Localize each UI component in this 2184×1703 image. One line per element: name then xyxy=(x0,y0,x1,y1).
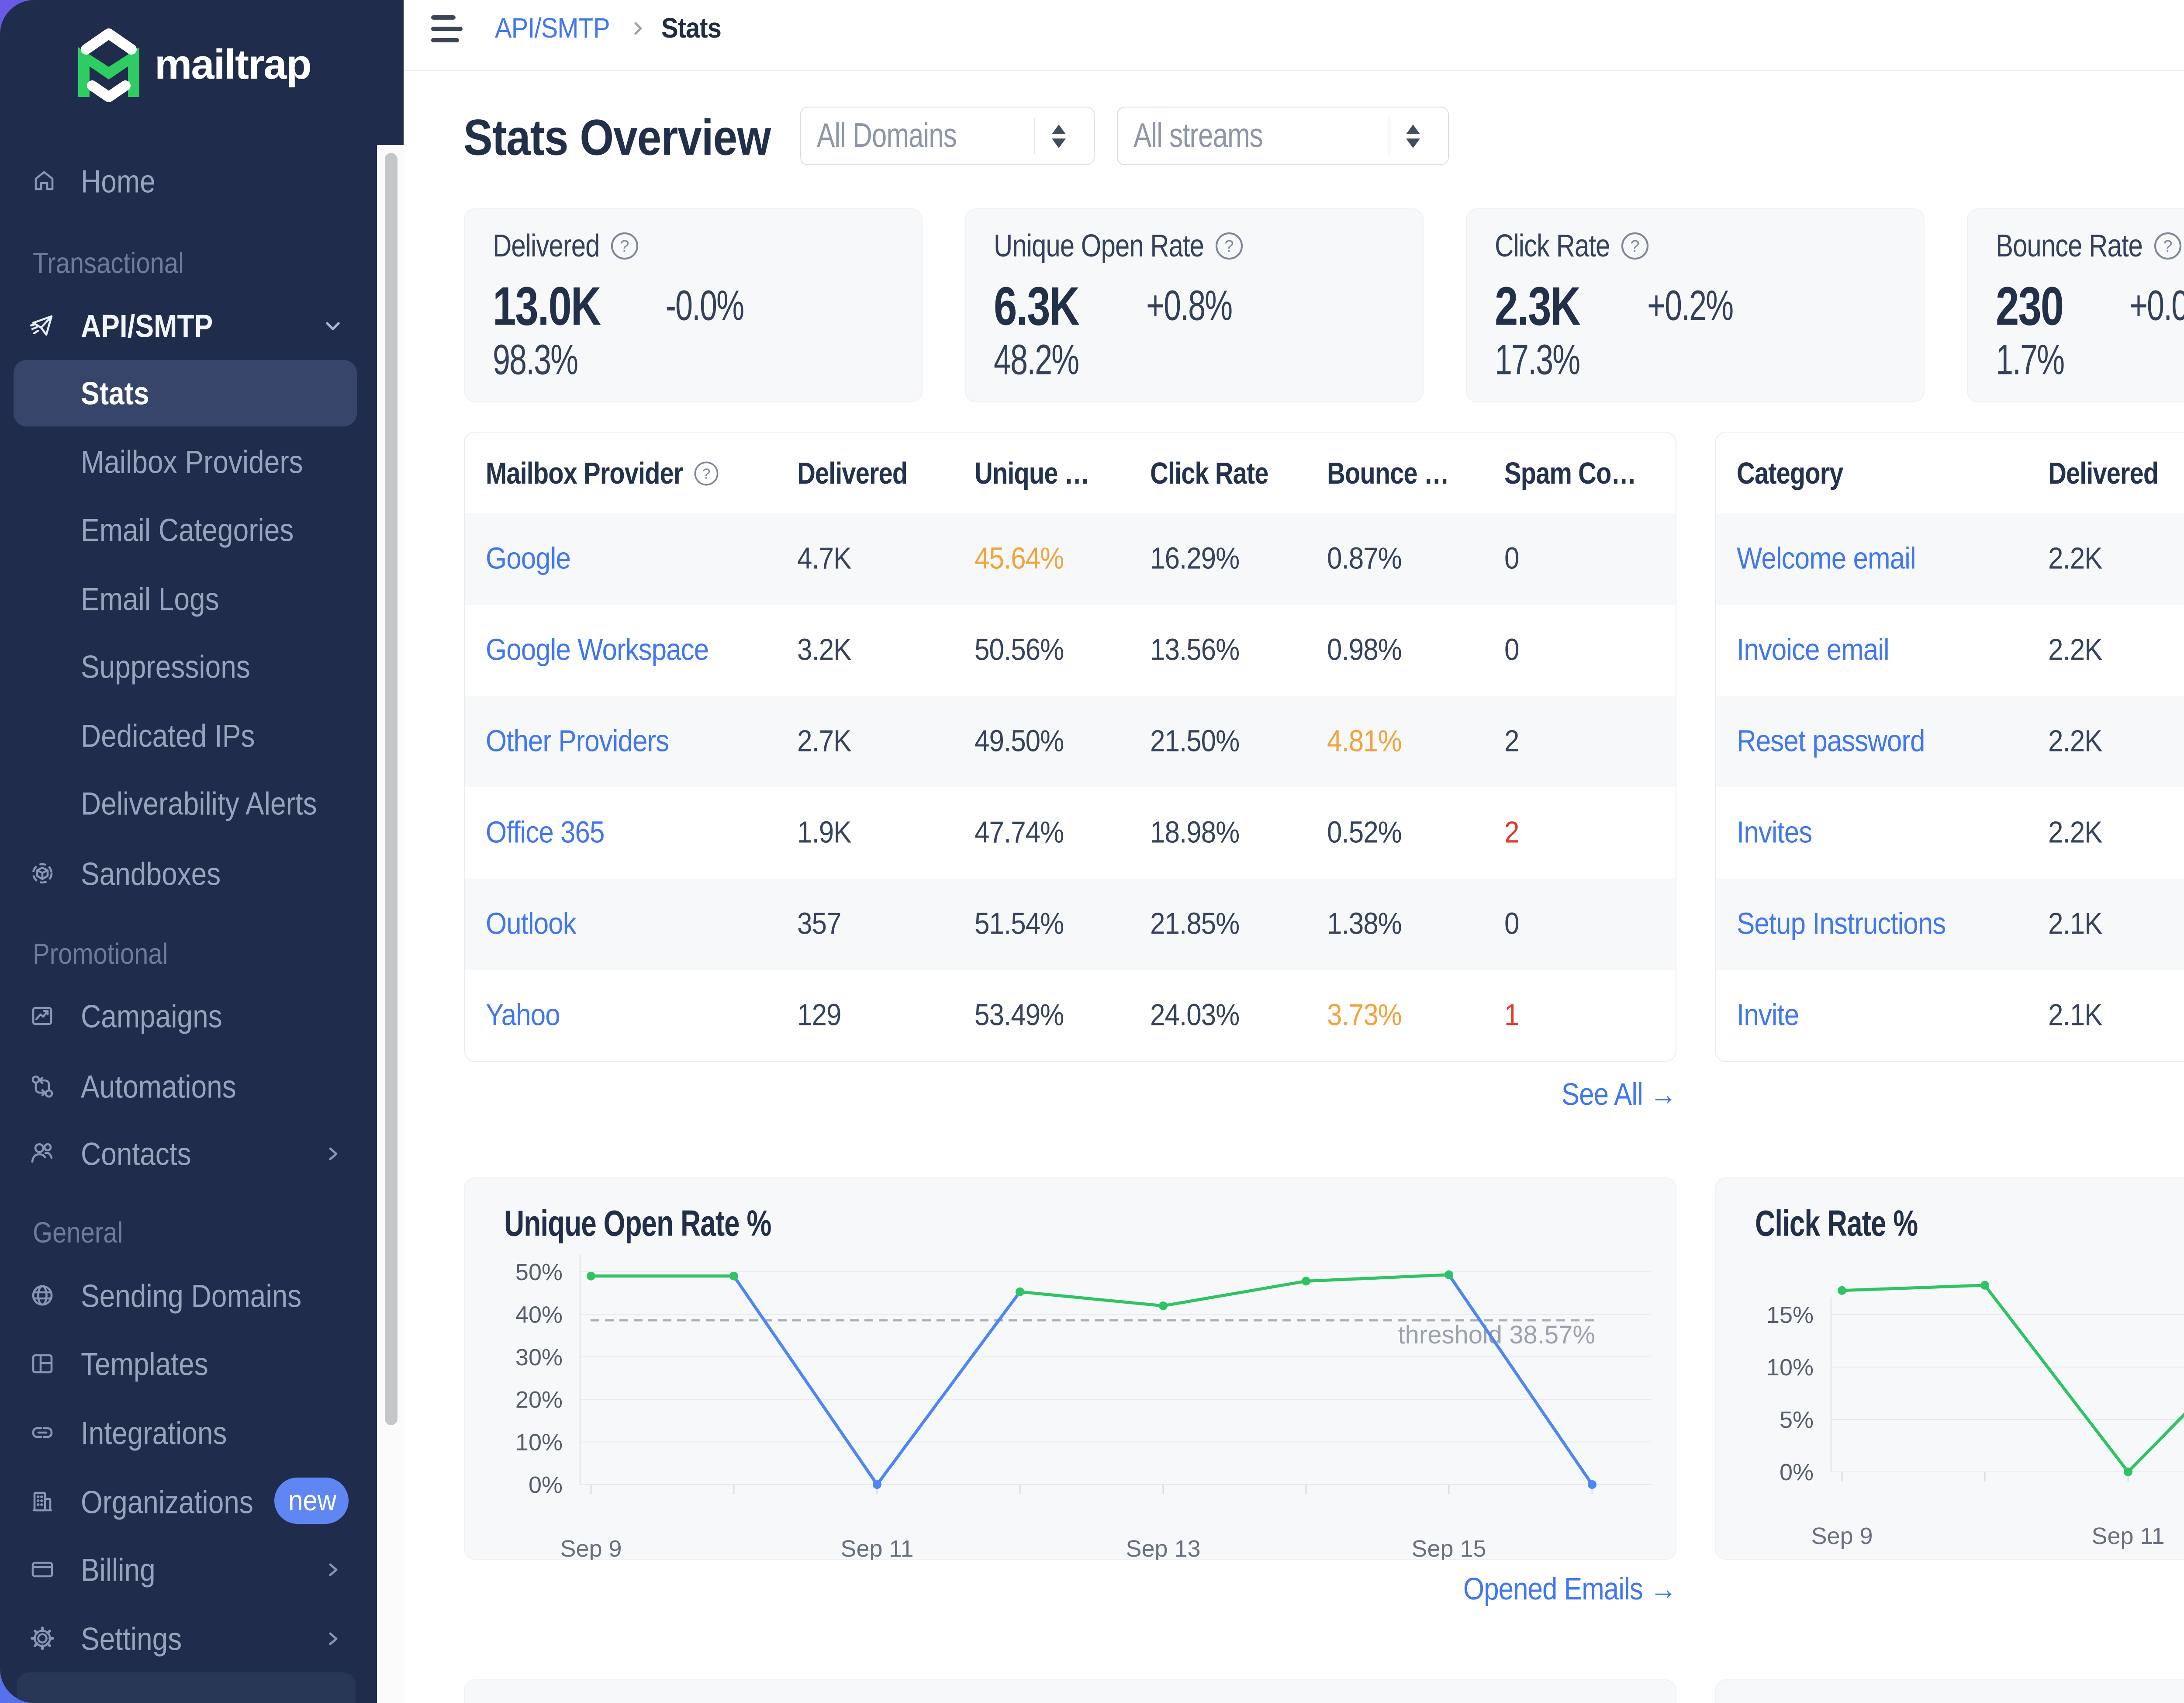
svg-text:?: ? xyxy=(620,237,629,256)
svg-text:?: ? xyxy=(1631,237,1640,256)
svg-text:10%: 10% xyxy=(515,1430,563,1456)
svg-text:Sep 13: Sep 13 xyxy=(1126,1536,1200,1560)
svg-text:Sep 9: Sep 9 xyxy=(560,1536,622,1560)
svg-text:40%: 40% xyxy=(515,1301,563,1328)
svg-text:Sep 11: Sep 11 xyxy=(2091,1523,2164,1549)
svg-text:?: ? xyxy=(702,466,711,482)
svg-text:30%: 30% xyxy=(515,1344,563,1371)
svg-text:0%: 0% xyxy=(1780,1459,1814,1485)
svg-text:20%: 20% xyxy=(515,1387,563,1413)
svg-text:Sep 9: Sep 9 xyxy=(1811,1523,1873,1549)
svg-text:15%: 15% xyxy=(1766,1302,1814,1328)
svg-text:Sep 15: Sep 15 xyxy=(1411,1536,1486,1560)
svg-text:10%: 10% xyxy=(1766,1354,1814,1381)
svg-text:0%: 0% xyxy=(529,1472,563,1498)
svg-text:5%: 5% xyxy=(1780,1407,1814,1433)
svg-text:?: ? xyxy=(1224,237,1234,256)
svg-text:Sep 11: Sep 11 xyxy=(840,1536,913,1560)
svg-text:50%: 50% xyxy=(515,1259,563,1285)
svg-text:?: ? xyxy=(2163,237,2172,256)
